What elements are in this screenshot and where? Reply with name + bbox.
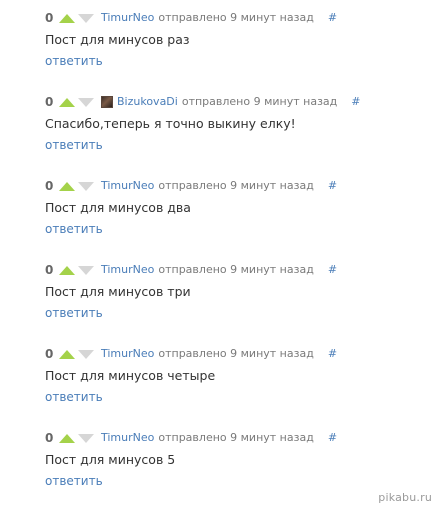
comment-author-link[interactable]: TimurNeo	[101, 346, 154, 362]
comment-posted-time: отправлено 9 минут назад	[158, 263, 314, 276]
comment: 0 TimurNeo отправлено 9 минут назад # По…	[0, 262, 438, 332]
upvote-arrow-icon[interactable]	[59, 349, 75, 359]
comment-posted-time: отправлено 9 минут назад	[181, 95, 338, 108]
comment-meta: 0 TimurNeo отправлено 9 минут назад #	[45, 10, 337, 26]
upvote-arrow-icon[interactable]	[59, 97, 75, 107]
reply-link[interactable]: ответить	[45, 306, 103, 320]
comment-author-link[interactable]: TimurNeo	[101, 430, 154, 446]
comment-meta: 0 TimurNeo отправлено 9 минут назад #	[45, 430, 337, 446]
comment-anchor-link[interactable]: #	[328, 178, 337, 194]
comment-text: Пост для минусов два	[45, 200, 191, 215]
reply-link[interactable]: ответить	[45, 474, 103, 488]
comment-rating: 0	[45, 11, 54, 25]
comment-anchor-link[interactable]: #	[351, 94, 360, 110]
downvote-arrow-icon[interactable]	[78, 13, 94, 23]
reply-link[interactable]: ответить	[45, 138, 103, 152]
comment-meta: 0 TimurNeo отправлено 9 минут назад #	[45, 346, 337, 362]
downvote-arrow-icon[interactable]	[78, 265, 94, 275]
reply-link[interactable]: ответить	[45, 390, 103, 404]
comment-text: Пост для минусов три	[45, 284, 191, 299]
comment-posted-time: отправлено 9 минут назад	[158, 11, 314, 24]
comment: 0 TimurNeo отправлено 9 минут назад # По…	[0, 10, 438, 80]
upvote-arrow-icon[interactable]	[59, 265, 75, 275]
comment-rating: 0	[45, 431, 54, 445]
comment-text: Пост для минусов раз	[45, 32, 190, 47]
comment-meta: 0 BizukovaDi отправлено 9 минут назад #	[45, 94, 361, 110]
comments-page: 0 TimurNeo отправлено 9 минут назад # По…	[0, 0, 438, 509]
comment: 0 BizukovaDi отправлено 9 минут назад # …	[0, 94, 438, 164]
comment: 0 TimurNeo отправлено 9 минут назад # По…	[0, 346, 438, 416]
comment-meta: 0 TimurNeo отправлено 9 минут назад #	[45, 178, 337, 194]
upvote-arrow-icon[interactable]	[59, 433, 75, 443]
comment-meta: 0 TimurNeo отправлено 9 минут назад #	[45, 262, 337, 278]
comment-anchor-link[interactable]: #	[328, 430, 337, 446]
comment-rating: 0	[45, 179, 54, 193]
comment-rating: 0	[45, 263, 54, 277]
reply-link[interactable]: ответить	[45, 54, 103, 68]
site-watermark: pikabu.ru	[378, 491, 432, 504]
comment-anchor-link[interactable]: #	[328, 346, 337, 362]
comment-author-link[interactable]: BizukovaDi	[117, 94, 178, 110]
upvote-arrow-icon[interactable]	[59, 181, 75, 191]
comment-anchor-link[interactable]: #	[328, 10, 337, 26]
comment-text: Спасибо,теперь я точно выкину елку!	[45, 116, 296, 131]
user-avatar[interactable]	[101, 96, 113, 108]
comment: 0 TimurNeo отправлено 9 минут назад # По…	[0, 178, 438, 248]
downvote-arrow-icon[interactable]	[78, 349, 94, 359]
reply-link[interactable]: ответить	[45, 222, 103, 236]
comment-posted-time: отправлено 9 минут назад	[158, 347, 314, 360]
comment-posted-time: отправлено 9 минут назад	[158, 431, 314, 444]
upvote-arrow-icon[interactable]	[59, 13, 75, 23]
comment-rating: 0	[45, 95, 54, 109]
comment-author-link[interactable]: TimurNeo	[101, 262, 154, 278]
comment-text: Пост для минусов 5	[45, 452, 176, 467]
comment-posted-time: отправлено 9 минут назад	[158, 179, 314, 192]
downvote-arrow-icon[interactable]	[78, 433, 94, 443]
comment: 0 TimurNeo отправлено 9 минут назад # По…	[0, 430, 438, 500]
comment-text: Пост для минусов четыре	[45, 368, 216, 383]
downvote-arrow-icon[interactable]	[78, 97, 94, 107]
comment-rating: 0	[45, 347, 54, 361]
downvote-arrow-icon[interactable]	[78, 181, 94, 191]
comment-anchor-link[interactable]: #	[328, 262, 337, 278]
comment-author-link[interactable]: TimurNeo	[101, 178, 154, 194]
comment-author-link[interactable]: TimurNeo	[101, 10, 154, 26]
